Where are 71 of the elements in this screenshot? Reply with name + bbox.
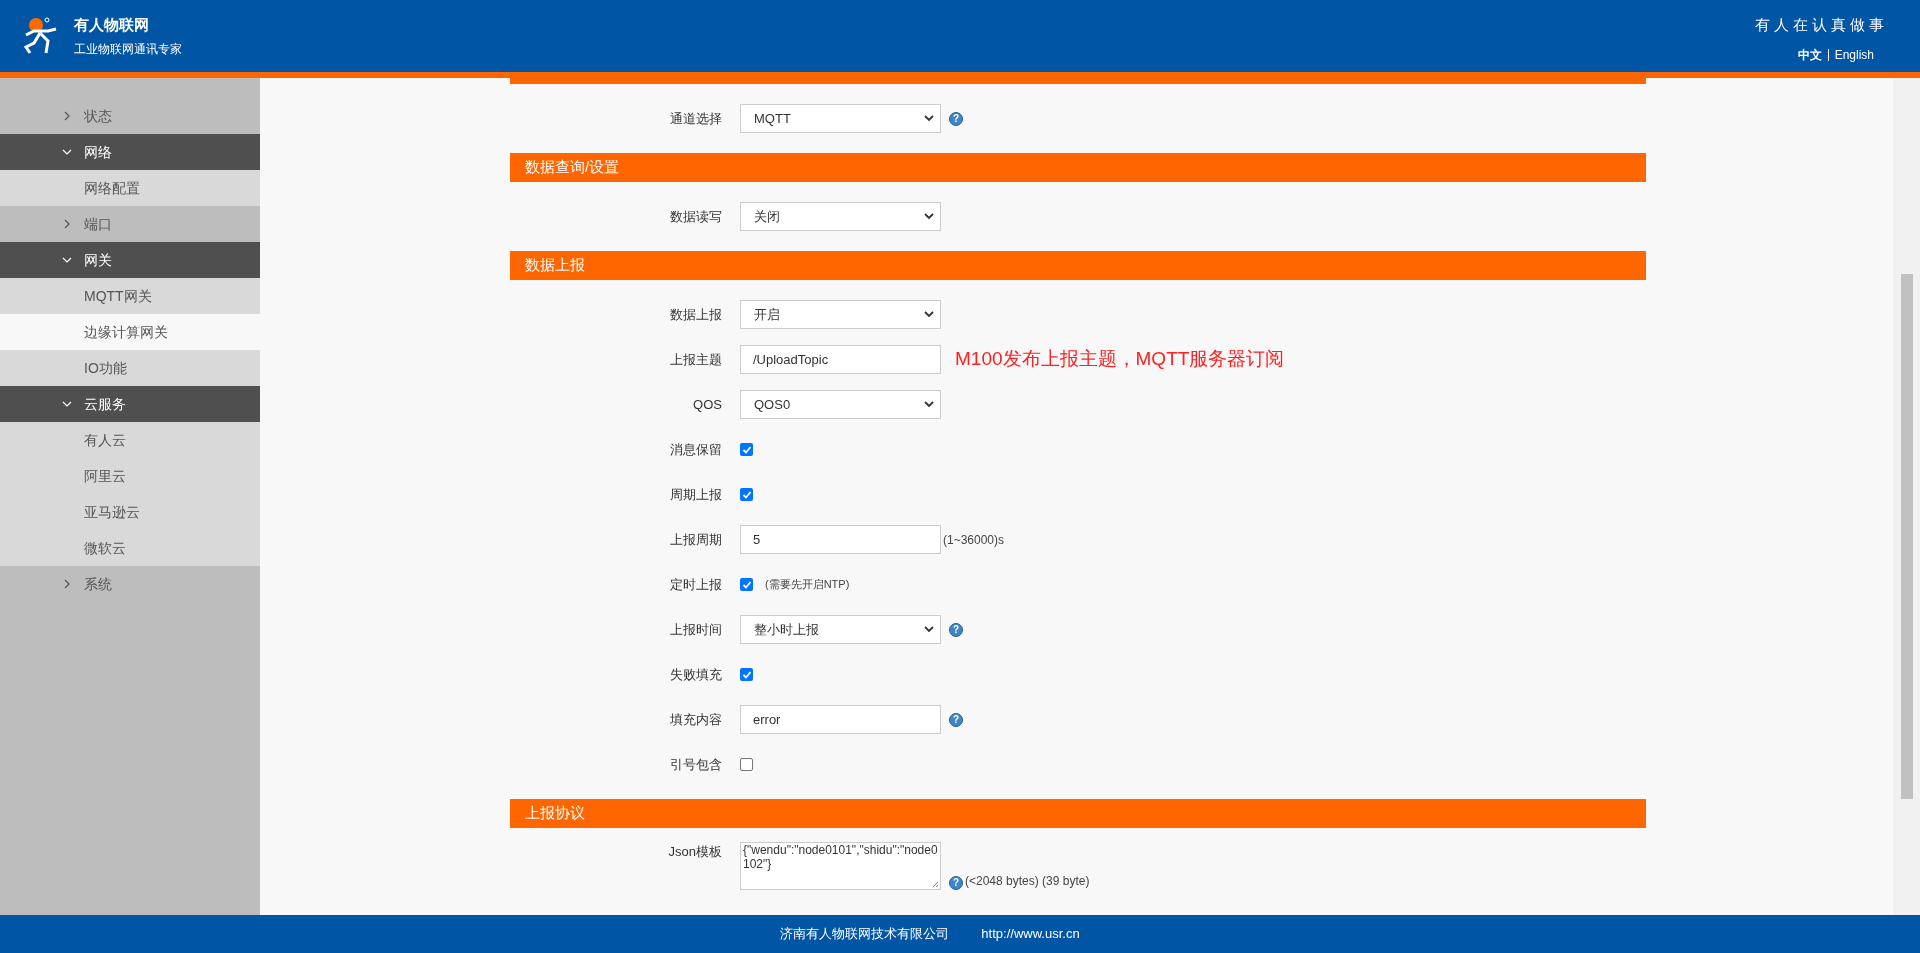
brand-name: 有人物联网 <box>74 14 150 35</box>
caret-icon <box>924 115 934 122</box>
section-header: 上报协议 <box>510 799 1646 828</box>
field-label: 上报主题 <box>669 350 722 369</box>
language-link[interactable]: English <box>1834 46 1874 65</box>
menu-item[interactable]: 微软云 <box>0 530 260 566</box>
field-label: 引号包含 <box>669 755 722 774</box>
field-label: 填充内容 <box>669 710 722 729</box>
menu-item[interactable]: IO功能 <box>0 350 260 386</box>
chevron-right-icon <box>62 579 72 589</box>
section-header: 数据查询/设置 <box>510 153 1646 182</box>
checkbox[interactable] <box>740 488 753 501</box>
chevron-right-icon <box>62 219 72 229</box>
field-label: QOS <box>692 395 722 414</box>
help-button[interactable]: ? <box>949 622 963 637</box>
caret-icon <box>924 401 934 408</box>
website-link[interactable]: http://www.usr.cn <box>981 924 1080 944</box>
checkbox[interactable] <box>740 758 753 771</box>
select-field[interactable]: 开启 <box>740 300 941 329</box>
field-label: 数据上报 <box>669 305 722 324</box>
menu-group[interactable]: 网络 <box>0 134 260 170</box>
language-link[interactable]: 中文 <box>1797 46 1822 65</box>
chevron-down-icon <box>62 399 72 409</box>
input-field[interactable]: /UploadTopic <box>740 345 941 374</box>
field-label: Json模板 <box>667 843 722 861</box>
json-textarea[interactable]: {"wendu":"node0101","shidu":"node0102"} <box>740 842 941 890</box>
field-label: 消息保留 <box>669 440 722 459</box>
help-button[interactable]: ? <box>949 111 963 126</box>
menu-item[interactable]: MQTT网关 <box>0 278 260 314</box>
hint-text: (1~36000)s <box>943 531 1005 549</box>
select-field[interactable]: MQTT <box>740 104 941 133</box>
checkbox[interactable] <box>740 578 753 591</box>
help-button[interactable]: ? <box>949 712 963 727</box>
menu-item[interactable]: 有人云 <box>0 422 260 458</box>
field-label: 数据读写 <box>669 207 722 226</box>
field-label: 失败填充 <box>669 665 722 684</box>
menu-item[interactable]: 亚马逊云 <box>0 494 260 530</box>
chevron-down-icon <box>62 147 72 157</box>
menu-group[interactable]: 云服务 <box>0 386 260 422</box>
section-header: 数据上报 <box>510 251 1646 280</box>
menu-group[interactable]: 网关 <box>0 242 260 278</box>
field-label: 上报时间 <box>669 620 722 639</box>
caret-icon <box>924 213 934 220</box>
chevron-down-icon <box>62 255 72 265</box>
input-field[interactable]: error <box>740 705 941 734</box>
annotation-text: M100发布上报主题，MQTT服务器订阅 <box>955 347 1285 372</box>
select-field[interactable]: 整小时上报 <box>740 615 941 644</box>
field-label: 通道选择 <box>669 109 722 128</box>
field-label: 周期上报 <box>669 485 722 504</box>
chevron-right-icon <box>62 111 72 121</box>
company-name: 济南有人物联网技术有限公司 <box>780 925 950 944</box>
select-field[interactable]: QOS0 <box>740 390 941 419</box>
scrollbar-thumb[interactable] <box>1900 274 1913 799</box>
scrollbar[interactable] <box>1893 78 1920 915</box>
input-field[interactable]: 5 <box>740 525 941 554</box>
checkbox[interactable] <box>740 443 753 456</box>
checkbox[interactable] <box>740 668 753 681</box>
hint-text: (需要先开启NTP) <box>765 577 850 593</box>
field-label: 上报周期 <box>669 530 722 549</box>
hint-text: (<2048 bytes) (39 byte) <box>965 873 1090 890</box>
caret-icon <box>924 311 934 318</box>
select-field[interactable]: 关闭 <box>740 202 941 231</box>
menu-item[interactable]: 网络配置 <box>0 170 260 206</box>
caret-icon <box>924 626 934 633</box>
menu-item[interactable]: 边缘计算网关 <box>0 314 260 350</box>
menu-item[interactable]: 阿里云 <box>0 458 260 494</box>
resize-grip-icon[interactable] <box>932 881 939 888</box>
brand-tagline: 工业物联网通讯专家 <box>74 41 182 59</box>
help-button[interactable]: ? <box>949 876 963 890</box>
slogan: 有人在认真做事 <box>1755 14 1888 35</box>
field-label: 定时上报 <box>669 575 722 594</box>
